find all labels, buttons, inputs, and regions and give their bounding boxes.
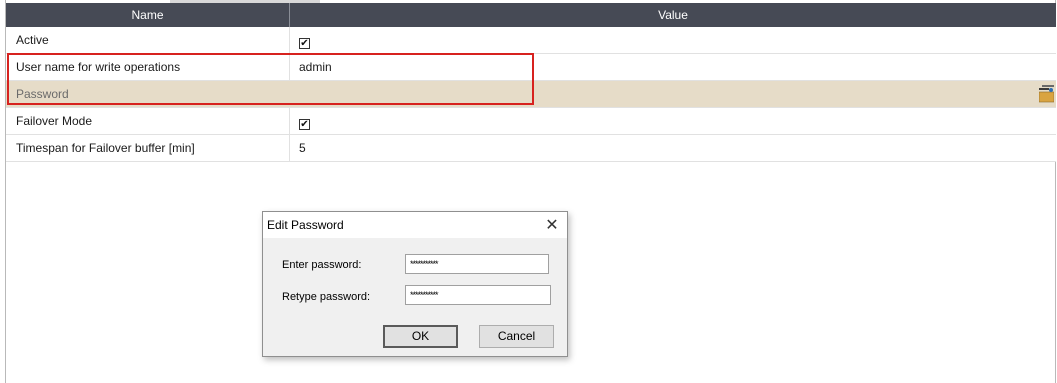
retype-password-input[interactable]: *********** (405, 285, 551, 305)
edit-ellipsis-icon[interactable] (1038, 85, 1055, 103)
row-label: Active (6, 27, 290, 53)
row-value[interactable]: ✔ (290, 108, 1056, 134)
edit-password-dialog: Edit Password ✕ Enter password: ********… (262, 211, 568, 357)
user-name-value[interactable]: admin (290, 54, 1056, 80)
row-user-name[interactable]: User name for write operations admin (6, 54, 1056, 81)
row-label: Failover Mode (6, 108, 290, 134)
cancel-button[interactable]: Cancel (479, 325, 554, 348)
enter-password-label: Enter password: (282, 259, 362, 271)
column-header-name[interactable]: Name (6, 3, 290, 27)
row-active[interactable]: Active ✔ (6, 27, 1056, 54)
row-password[interactable]: Password (6, 81, 1056, 108)
failover-mode-checkbox[interactable]: ✔ (299, 119, 310, 130)
row-label: User name for write operations (6, 54, 290, 80)
retype-password-label: Retype password: (282, 291, 371, 303)
row-failover-timespan[interactable]: Timespan for Failover buffer [min] 5 (6, 135, 1056, 162)
row-label: Timespan for Failover buffer [min] (6, 135, 290, 161)
password-value[interactable] (290, 81, 1056, 107)
ok-button[interactable]: OK (383, 325, 458, 348)
row-value[interactable]: ✔ (290, 27, 1056, 53)
property-rows: Active ✔ User name for write operations … (6, 27, 1056, 162)
dialog-title: Edit Password (267, 218, 344, 232)
enter-password-input[interactable]: *********** (405, 254, 549, 274)
timespan-value[interactable]: 5 (290, 135, 1056, 161)
active-checkbox[interactable]: ✔ (299, 38, 310, 49)
dialog-titlebar[interactable]: Edit Password ✕ (263, 212, 567, 238)
grid-header: Name Value (6, 3, 1056, 27)
close-icon[interactable]: ✕ (537, 212, 567, 238)
column-header-value[interactable]: Value (290, 3, 1056, 27)
row-failover-mode[interactable]: Failover Mode ✔ (6, 108, 1056, 135)
row-label: Password (6, 81, 290, 107)
